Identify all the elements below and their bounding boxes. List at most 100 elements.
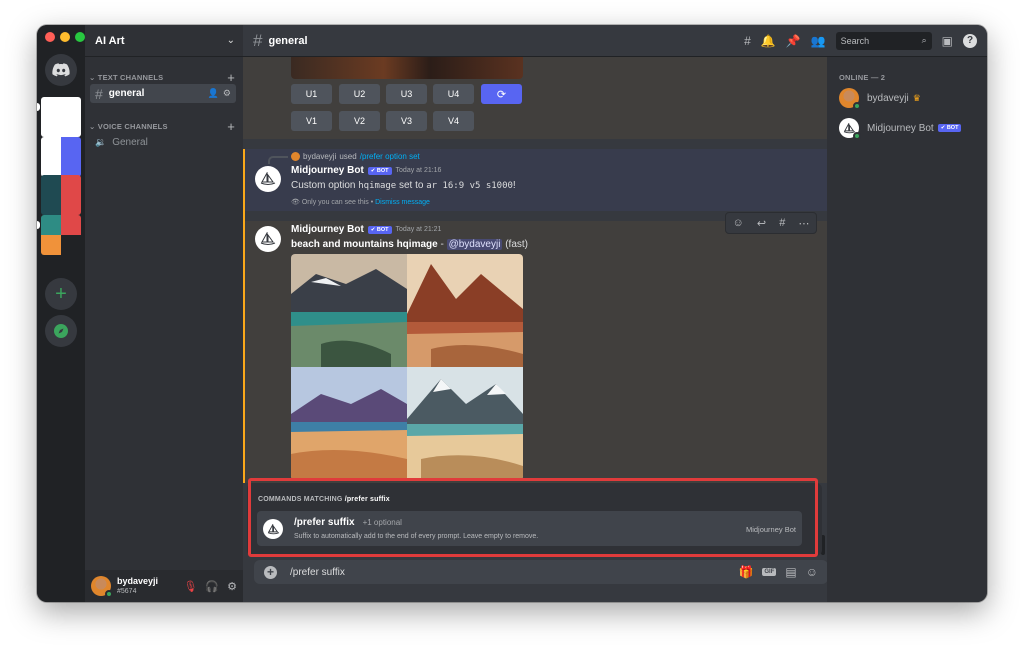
chevron-down-icon: ⌄ [226, 35, 235, 46]
username: bydaveyji [117, 576, 159, 586]
chevron-down-icon: ⌄ [89, 73, 96, 82]
search-input[interactable]: Search ⌕ [835, 31, 932, 50]
ephemeral-note: 👁 Only you can see this • Dismiss messag… [291, 198, 430, 206]
ephemeral-note-text: Only you can see this • [301, 199, 376, 206]
member-list-icon[interactable]: 👥 [811, 34, 826, 48]
landscape-grid-image [291, 254, 523, 480]
timestamp: Today at 21:16 [395, 167, 442, 174]
member-list: ONLINE — 2 bydaveyji ♛ Midjourney Bot ✔ … [827, 57, 987, 602]
upscale-button-2[interactable]: U2 [339, 84, 380, 104]
reply-command[interactable]: /prefer option set [360, 152, 420, 161]
server-header[interactable]: AI Art ⌄ [85, 25, 243, 57]
add-server-button[interactable]: + [45, 278, 77, 310]
create-thread-icon[interactable]: # [779, 217, 785, 229]
message-input-value[interactable]: /prefer suffix [290, 567, 345, 578]
create-channel-plus-icon[interactable]: + [227, 70, 235, 85]
user-panel: bydaveyji #5674 🎙 🎧 ⚙ [85, 570, 243, 602]
avatar[interactable] [91, 576, 113, 598]
upscale-button-3[interactable]: U3 [386, 84, 427, 104]
sailboat-icon [260, 172, 276, 185]
user-mention[interactable]: @bydaveyji [446, 239, 503, 250]
server-name: AI Art [95, 34, 125, 47]
hash-icon: # [253, 30, 263, 50]
server-icon-ai-art[interactable] [41, 215, 81, 255]
gift-icon[interactable]: 🎁 [738, 565, 753, 579]
window-controls [45, 32, 85, 42]
server-indicator [37, 221, 40, 229]
minimize-window-button[interactable] [60, 32, 70, 42]
close-window-button[interactable] [45, 32, 55, 42]
headphones-icon[interactable]: 🎧 [205, 580, 219, 593]
upscale-button-4[interactable]: U4 [433, 84, 474, 104]
mute-microphone-icon[interactable]: 🎙 [183, 580, 197, 593]
speaker-icon: 🔉 [95, 137, 107, 147]
sailboat-icon [260, 232, 276, 245]
bot-avatar[interactable] [255, 166, 281, 192]
reroll-button[interactable]: ⟳ [481, 84, 522, 104]
server-icon-white[interactable] [41, 97, 81, 137]
command-reference: bydaveyji used /prefer option set [291, 152, 420, 161]
category-voice-channels[interactable]: ⌄ VOICE CHANNELS + [89, 119, 235, 134]
discord-logo-icon [52, 63, 70, 77]
bot-badge: ✔ BOT [367, 166, 392, 175]
online-heading: ONLINE — 2 [839, 73, 886, 82]
channel-sidebar: AI Art ⌄ ⌄ TEXT CHANNELS + # general 👤 ⚙… [85, 25, 243, 602]
avatar [291, 152, 300, 161]
server-indicator [37, 103, 40, 111]
image-grid-thumbnail[interactable] [291, 57, 523, 79]
emoji-icon[interactable]: ☺ [806, 565, 818, 579]
member-name: Midjourney Bot [867, 122, 934, 134]
variation-button-1[interactable]: V1 [291, 111, 332, 131]
explore-servers-button[interactable] [45, 315, 77, 347]
eye-icon: 👁 [291, 199, 300, 206]
voice-channel-general[interactable]: 🔉 General [90, 133, 236, 152]
code-option-name: hqimage [358, 181, 397, 191]
reply-username[interactable]: bydaveyji [303, 152, 336, 161]
bot-badge: ✔ BOT [367, 225, 392, 234]
gif-icon[interactable]: GIF [762, 568, 777, 576]
gear-icon[interactable]: ⚙ [223, 88, 231, 99]
member-item[interactable]: bydaveyji ♛ [839, 88, 921, 110]
reply-used-word: used [339, 152, 357, 161]
member-name: bydaveyji [867, 92, 909, 104]
message-composer[interactable]: + /prefer suffix 🎁 GIF ▤ ☺ [254, 560, 828, 584]
prompt-text: beach and mountains hqimage [291, 239, 438, 250]
add-member-icon[interactable]: 👤 [208, 88, 219, 99]
hash-icon: # [95, 85, 103, 102]
variation-button-3[interactable]: V3 [386, 111, 427, 131]
discord-home-button[interactable] [45, 54, 77, 86]
image-grid[interactable] [291, 254, 523, 480]
author-name[interactable]: Midjourney Bot [291, 165, 364, 176]
bot-avatar[interactable] [255, 226, 281, 252]
variation-button-2[interactable]: V2 [339, 111, 380, 131]
server-icon-blue[interactable] [41, 137, 81, 177]
variation-button-4[interactable]: V4 [433, 111, 474, 131]
server-icon-red[interactable] [41, 175, 81, 215]
more-options-icon[interactable]: ⋯ [798, 217, 809, 230]
compass-icon [54, 324, 68, 338]
dismiss-message-link[interactable]: Dismiss message [375, 199, 430, 206]
pin-icon[interactable]: 📌 [786, 34, 801, 48]
bell-icon[interactable]: 🔔 [761, 34, 776, 48]
inbox-icon[interactable]: ▣ [942, 34, 953, 48]
create-channel-plus-icon[interactable]: + [227, 119, 235, 134]
online-status-dot [105, 590, 113, 598]
add-reaction-icon[interactable]: ☺ [733, 217, 744, 229]
gear-icon[interactable]: ⚙ [227, 580, 237, 593]
timestamp: Today at 21:21 [395, 226, 442, 233]
attach-plus-icon[interactable]: + [264, 565, 277, 579]
sticker-icon[interactable]: ▤ [785, 565, 796, 579]
online-status-dot [853, 132, 861, 140]
author-name[interactable]: Midjourney Bot [291, 224, 364, 235]
crown-icon: ♛ [912, 92, 921, 103]
user-tag: #5674 [117, 588, 137, 595]
help-icon[interactable]: ? [963, 33, 977, 48]
category-text-channels[interactable]: ⌄ TEXT CHANNELS + [89, 70, 235, 85]
upscale-button-1[interactable]: U1 [291, 84, 332, 104]
chevron-down-icon: ⌄ [89, 122, 96, 131]
reply-icon[interactable]: ↩ [757, 217, 766, 230]
maximize-window-button[interactable] [75, 32, 85, 42]
channel-general[interactable]: # general 👤 ⚙ [90, 84, 236, 103]
threads-icon[interactable]: # [744, 34, 751, 48]
member-item[interactable]: Midjourney Bot ✔ BOT [839, 118, 962, 140]
